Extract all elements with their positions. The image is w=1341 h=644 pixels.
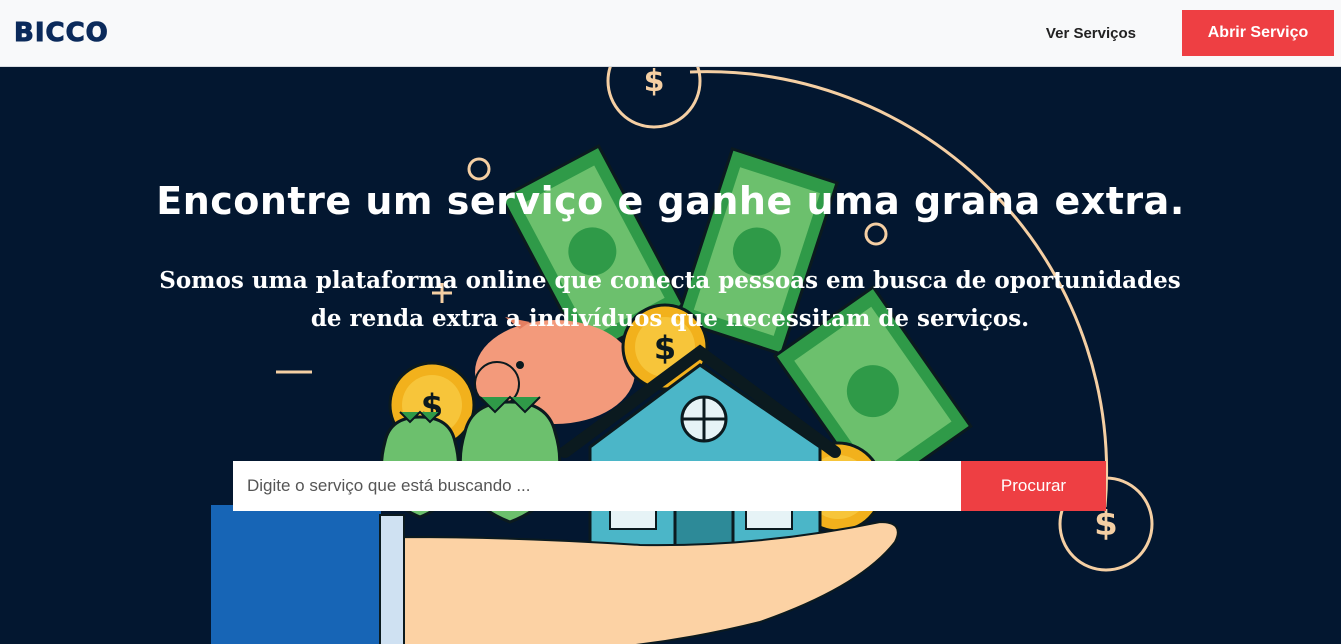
navbar: BICCO Ver Serviços Abrir Serviço xyxy=(0,0,1341,67)
svg-text:$: $ xyxy=(644,67,665,99)
open-service-button[interactable]: Abrir Serviço xyxy=(1182,10,1334,56)
hero-section: $ $ $ $ Encontre um serviço e ganhe uma … xyxy=(0,67,1341,644)
nav-actions: Ver Serviços Abrir Serviço xyxy=(1046,10,1334,56)
hero-illustration: $ $ $ $ xyxy=(211,67,1154,644)
brand-logo[interactable]: BICCO xyxy=(14,18,109,49)
circle-decoration xyxy=(864,222,888,246)
search-bar: Procurar xyxy=(233,461,1106,511)
search-button[interactable]: Procurar xyxy=(961,461,1106,511)
service-search-input[interactable] xyxy=(233,461,961,511)
dollar-sign-icon: $ xyxy=(606,67,702,129)
hero-subtext: Somos uma plataforma online que conecta … xyxy=(159,267,1181,332)
hero-headline: Encontre um serviço e ganhe uma grana ex… xyxy=(156,179,1185,223)
circle-decoration xyxy=(467,157,491,181)
view-services-link[interactable]: Ver Serviços xyxy=(1046,25,1136,42)
